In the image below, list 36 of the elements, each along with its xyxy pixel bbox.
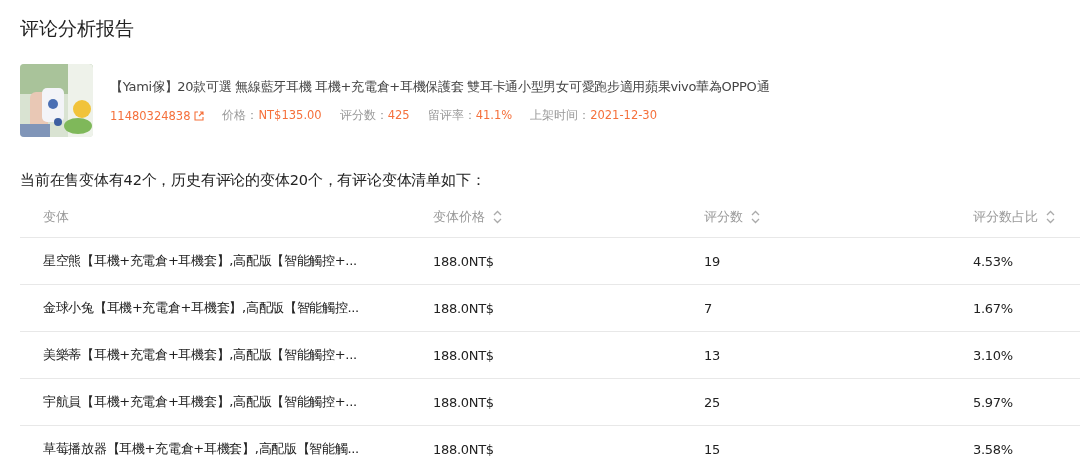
table-cell-text: 188.0NT$ xyxy=(433,441,495,457)
table-cell-text: 星空熊【耳機+充電倉+耳機套】,高配版【智能觸控+... xyxy=(43,252,358,270)
table-cell-text: 188.0NT$ xyxy=(433,347,495,363)
table-cell-text: 宇航員【耳機+充電倉+耳機套】,高配版【智能觸控+... xyxy=(43,393,358,411)
summary-text: 当前在售变体有42个，历史有评论的变体20个，有评论变体清单如下： xyxy=(20,171,487,190)
table-cell-text: 7 xyxy=(704,300,713,316)
column-header[interactable]: 评分数占比 xyxy=(973,207,1080,226)
table-cell-text: 金球小兔【耳機+充電倉+耳機套】,高配版【智能觸控... xyxy=(43,299,360,317)
external-link-icon xyxy=(194,110,205,121)
table-cell-text: 3.10% xyxy=(973,347,1014,363)
sort-icon[interactable] xyxy=(493,209,502,224)
column-header[interactable]: 评分数 xyxy=(704,207,973,226)
meta-field: 上架时间：2021-12-30 xyxy=(530,108,657,123)
meta-field: 留评率：41.1% xyxy=(427,108,513,123)
meta-field: 评分数：425 xyxy=(339,108,410,123)
table-cell-text: 1.67% xyxy=(973,300,1014,316)
table-cell-text: 25 xyxy=(704,394,721,410)
meta-field: 价格：NT$135.00 xyxy=(222,108,322,123)
table-cell-text: 美樂蒂【耳機+充電倉+耳機套】,高配版【智能觸控+... xyxy=(43,346,358,364)
table-cell-text: 188.0NT$ xyxy=(433,394,495,410)
table-cell-text: 188.0NT$ xyxy=(433,300,495,316)
product-title: 【Yami傢】20款可選 無線藍牙耳機 耳機+充電倉+耳機保護套 雙耳卡通小型男女可愛跑步適用蘋果vivo華為OPPO通 xyxy=(110,78,770,96)
sort-icon[interactable] xyxy=(751,209,760,224)
sort-icon[interactable] xyxy=(1046,209,1055,224)
page-title: 评论分析报告 xyxy=(20,16,135,41)
table-cell-text: 19 xyxy=(704,253,721,269)
table-cell-text: 13 xyxy=(704,347,721,363)
table-cell-text: 5.97% xyxy=(973,394,1014,410)
table-cell-text: 4.53% xyxy=(973,253,1014,269)
column-header[interactable]: 变体价格 xyxy=(433,207,704,226)
table-cell-text: 188.0NT$ xyxy=(433,253,495,269)
column-header: 变体 xyxy=(43,207,70,226)
table-cell-text: 3.58% xyxy=(973,441,1014,457)
table-cell-text: 15 xyxy=(704,441,721,457)
product-id-link[interactable]: 11480324838 xyxy=(110,108,205,123)
table-cell-text: 草莓播放器【耳機+充電倉+耳機套】,高配版【智能觸... xyxy=(43,440,360,458)
